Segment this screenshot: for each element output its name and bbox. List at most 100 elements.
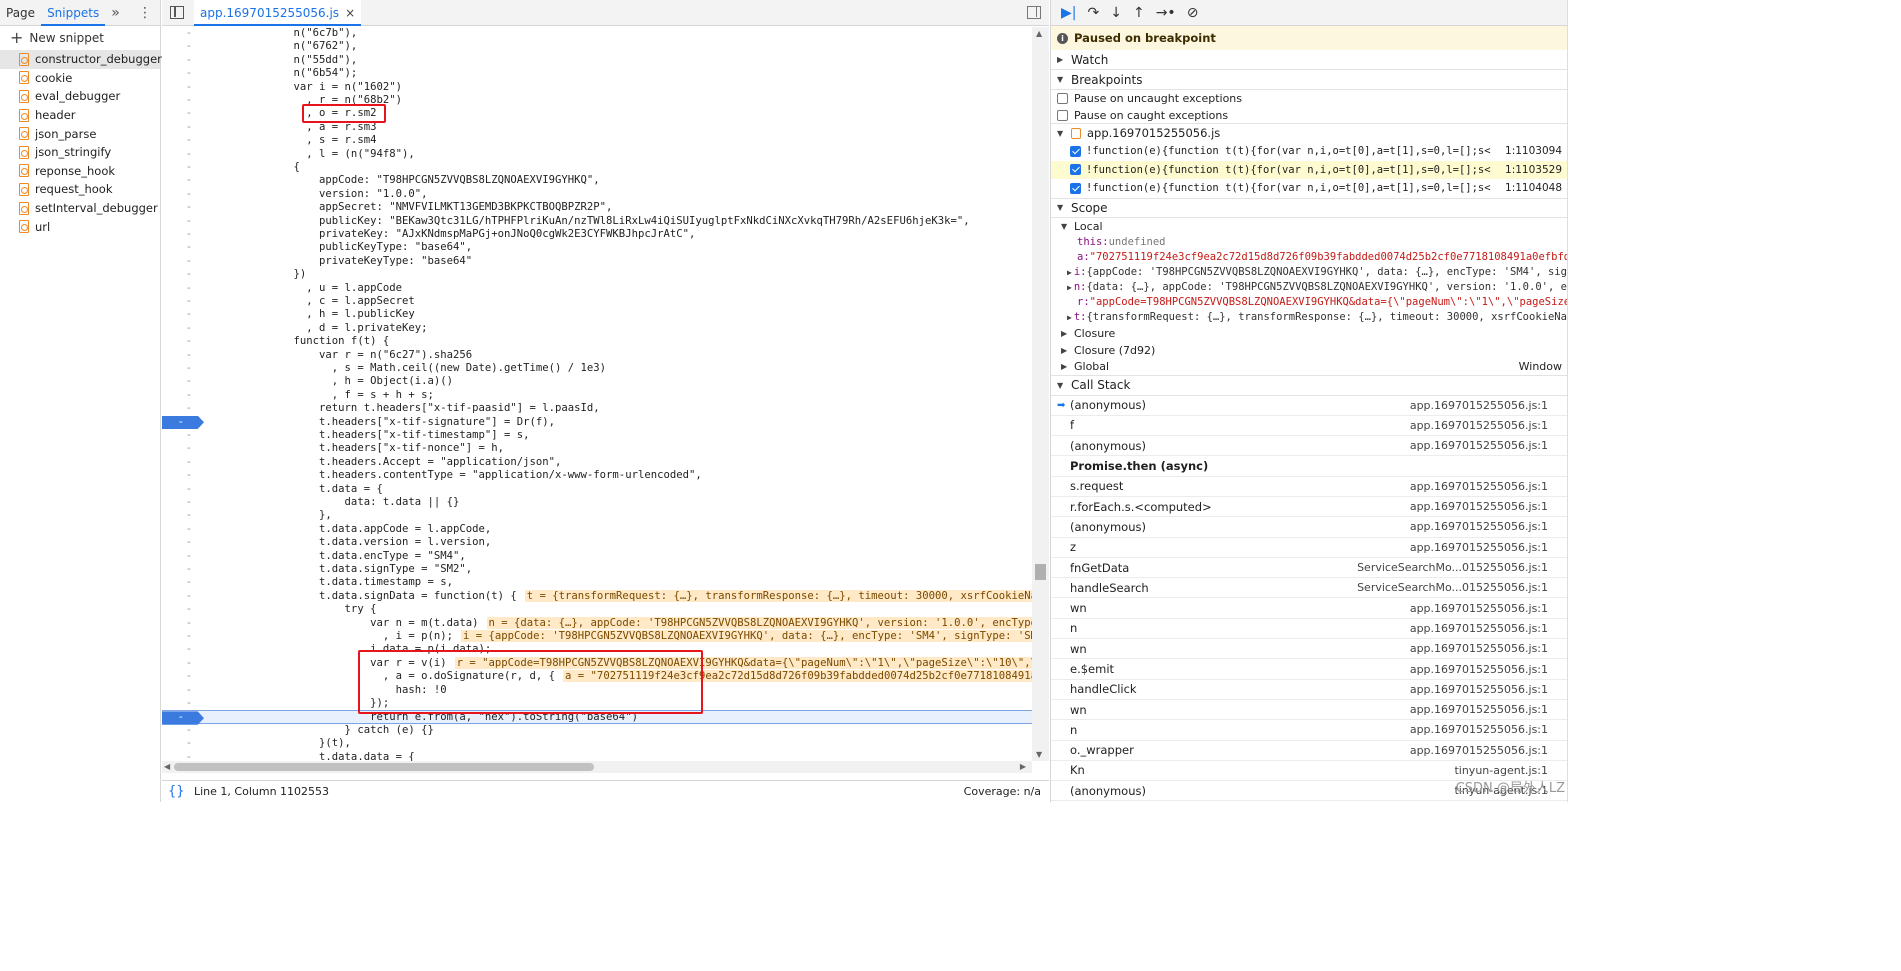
pause-caught-row[interactable]: Pause on caught exceptions [1051, 107, 1567, 124]
scroll-down-icon[interactable]: ▼ [1036, 750, 1042, 759]
line-gutter[interactable]: - [162, 295, 212, 308]
call-frame[interactable]: f app.1697015255056.js:1 [1051, 416, 1567, 437]
resume-icon[interactable]: ▶︎| [1061, 5, 1076, 21]
line-gutter[interactable]: - [162, 509, 212, 522]
deactivate-breakpoints-icon[interactable]: ⊘ [1187, 5, 1199, 21]
line-gutter[interactable]: - [162, 174, 212, 187]
frame-location[interactable]: app.1697015255056.js:1 [1410, 399, 1548, 412]
call-frame[interactable]: (anonymous) app.1697015255056.js:1 [1051, 436, 1567, 457]
line-gutter[interactable]: - [162, 322, 212, 335]
call-frame[interactable]: n app.1697015255056.js:1 [1051, 720, 1567, 741]
call-frame[interactable]: r.forEach.s.<computed> app.1697015255056.… [1051, 497, 1567, 518]
line-gutter[interactable]: - [162, 148, 212, 161]
line-gutter[interactable]: - [162, 228, 212, 241]
call-frame[interactable]: wn app.1697015255056.js:1 [1051, 639, 1567, 660]
frame-location[interactable]: app.1697015255056.js:1 [1410, 744, 1548, 757]
breakpoints-section[interactable]: ▼ Breakpoints [1051, 70, 1567, 90]
frame-location[interactable]: app.1697015255056.js:1 [1410, 602, 1548, 615]
code-line[interactable]: - , i = p(n); i = {appCode: 'T98HPCGN5ZVV… [162, 630, 1032, 643]
line-gutter[interactable]: - [162, 161, 212, 174]
scope-section[interactable]: ▼ Scope [1051, 197, 1567, 218]
call-frame[interactable]: fnGetData ServiceSearchMo...015255056.js:… [1051, 558, 1567, 579]
call-frame[interactable]: wn app.1697015255056.js:1 [1051, 598, 1567, 619]
line-gutter[interactable]: - [162, 429, 212, 442]
line-gutter[interactable]: - [162, 349, 212, 362]
line-gutter[interactable]: - [162, 630, 212, 643]
code-line[interactable]: - , l = (n("94f8"), [162, 148, 1032, 161]
code-line[interactable]: - t.headers["x-tif-nonce"] = h, [162, 442, 1032, 455]
frame-location[interactable]: app.1697015255056.js:1 [1410, 500, 1548, 513]
code-line[interactable]: - var n = m(t.data) n = {data: {…}, appCo… [162, 616, 1032, 630]
line-gutter[interactable]: - [162, 657, 212, 670]
snippet-item[interactable]: request_hook [0, 180, 160, 199]
breakpoint-item[interactable]: !function(e){function t(t){for(var n,i,o… [1051, 160, 1567, 179]
pause-uncaught-checkbox[interactable] [1057, 93, 1068, 104]
code-line[interactable]: - privateKey: "AJxKNdmspMaPGj+onJNoQ0cgW… [162, 228, 1032, 241]
line-gutter[interactable]: - [162, 40, 212, 53]
frame-location[interactable]: app.1697015255056.js:1 [1410, 541, 1548, 554]
scope-variable[interactable]: a: "702751119f24e3cf9ea2c72d15d8d726f09b… [1051, 250, 1567, 265]
frame-location[interactable]: ServiceSearchMo...015255056.js:1 [1357, 581, 1548, 594]
call-stack-section[interactable]: ▼ Call Stack [1051, 376, 1567, 396]
navigator-menu-icon[interactable]: ⋮ [138, 5, 152, 21]
expand-icon[interactable]: ▶ [1067, 283, 1072, 292]
code-line[interactable]: - , o = r.sm2 [162, 107, 1032, 120]
line-gutter[interactable]: - [162, 523, 212, 536]
code-line[interactable]: - }, [162, 509, 1032, 522]
breakpoint-checkbox[interactable] [1070, 182, 1081, 194]
code-line[interactable]: - , f = s + h + s; [162, 389, 1032, 402]
code-line[interactable]: - { [162, 161, 1032, 174]
step-into-icon[interactable]: ↓ [1110, 5, 1122, 21]
code-line[interactable]: - }(t), [162, 737, 1032, 750]
horizontal-scroll-thumb[interactable] [174, 763, 594, 771]
frame-location[interactable]: app.1697015255056.js:1 [1410, 723, 1548, 736]
line-gutter[interactable]: - [162, 563, 212, 576]
line-gutter[interactable]: - [162, 121, 212, 134]
code-line[interactable]: - var i = n("1602") [162, 81, 1032, 94]
line-gutter[interactable]: - [162, 362, 212, 375]
code-line[interactable]: - , a = r.sm3 [162, 121, 1032, 134]
code-line[interactable]: - var r = n("6c27").sha256 [162, 349, 1032, 362]
local-scope[interactable]: ▼ Local [1051, 218, 1567, 235]
breakpoint-file[interactable]: ▼ app.1697015255056.js [1051, 124, 1567, 142]
line-gutter[interactable]: - [162, 255, 212, 268]
vertical-scrollbar[interactable]: ▲ ▼ [1032, 27, 1049, 761]
frame-location[interactable]: app.1697015255056.js:1 [1410, 419, 1548, 432]
editor-file-tab[interactable]: app.1697015255056.js × [194, 0, 362, 26]
line-gutter[interactable]: - [162, 603, 212, 616]
code-line[interactable]: - n("6b54"); [162, 67, 1032, 80]
code-line[interactable]: - publicKeyType: "base64", [162, 241, 1032, 254]
line-gutter[interactable]: - [162, 308, 212, 321]
scroll-right-icon[interactable]: ▶ [1020, 762, 1026, 771]
call-frame[interactable]: s.request app.1697015255056.js:1 [1051, 477, 1567, 497]
call-frame[interactable]: o._wrapper app.1697015255056.js:1 [1051, 741, 1567, 761]
code-line[interactable]: - t.data.signData = function(t) {t = {tr… [162, 589, 1032, 603]
line-gutter[interactable]: - [162, 375, 212, 388]
code-line[interactable]: - version: "1.0.0", [162, 188, 1032, 201]
frame-location[interactable]: app.1697015255056.js:1 [1410, 439, 1548, 452]
watch-section[interactable]: ▶ Watch [1051, 50, 1567, 70]
tab-snippets[interactable]: Snippets [41, 0, 106, 26]
line-gutter[interactable]: - [162, 241, 212, 254]
frame-location[interactable]: app.1697015255056.js:1 [1410, 642, 1548, 655]
scope-variable[interactable]: ▶ n: {data: {…}, appCode: 'T98HPCGN5ZVVQB… [1051, 280, 1567, 295]
snippet-item[interactable]: eval_debugger [0, 87, 160, 106]
line-gutter[interactable]: - [162, 335, 212, 348]
code-line[interactable]: - t.data.version = l.version, [162, 536, 1032, 549]
breakpoint-checkbox[interactable] [1070, 145, 1081, 157]
line-gutter[interactable]: - [162, 215, 212, 228]
pause-caught-checkbox[interactable] [1057, 109, 1068, 121]
pause-uncaught-row[interactable]: Pause on uncaught exceptions [1051, 90, 1567, 107]
line-gutter[interactable]: - [162, 402, 212, 415]
code-line[interactable]: - , s = Math.ceil((new Date).getTime() /… [162, 362, 1032, 375]
step-out-icon[interactable]: ↑ [1133, 5, 1145, 21]
line-gutter[interactable]: - [162, 643, 212, 656]
closure-scope[interactable]: ▶ Closure [1051, 325, 1567, 342]
call-frame[interactable]: (anonymous) app.1697015255056.js:1 [1051, 517, 1567, 538]
code-line[interactable]: - t.data.signType = "SM2", [162, 563, 1032, 576]
line-gutter[interactable]: - [162, 751, 212, 761]
frame-location[interactable]: app.1697015255056.js:1 [1410, 703, 1548, 716]
snippet-item[interactable]: reponse_hook [0, 162, 160, 181]
breakpoint-item[interactable]: !function(e){function t(t){for(var n,i,o… [1051, 142, 1567, 161]
code-line[interactable]: - n("6762"), [162, 40, 1032, 53]
